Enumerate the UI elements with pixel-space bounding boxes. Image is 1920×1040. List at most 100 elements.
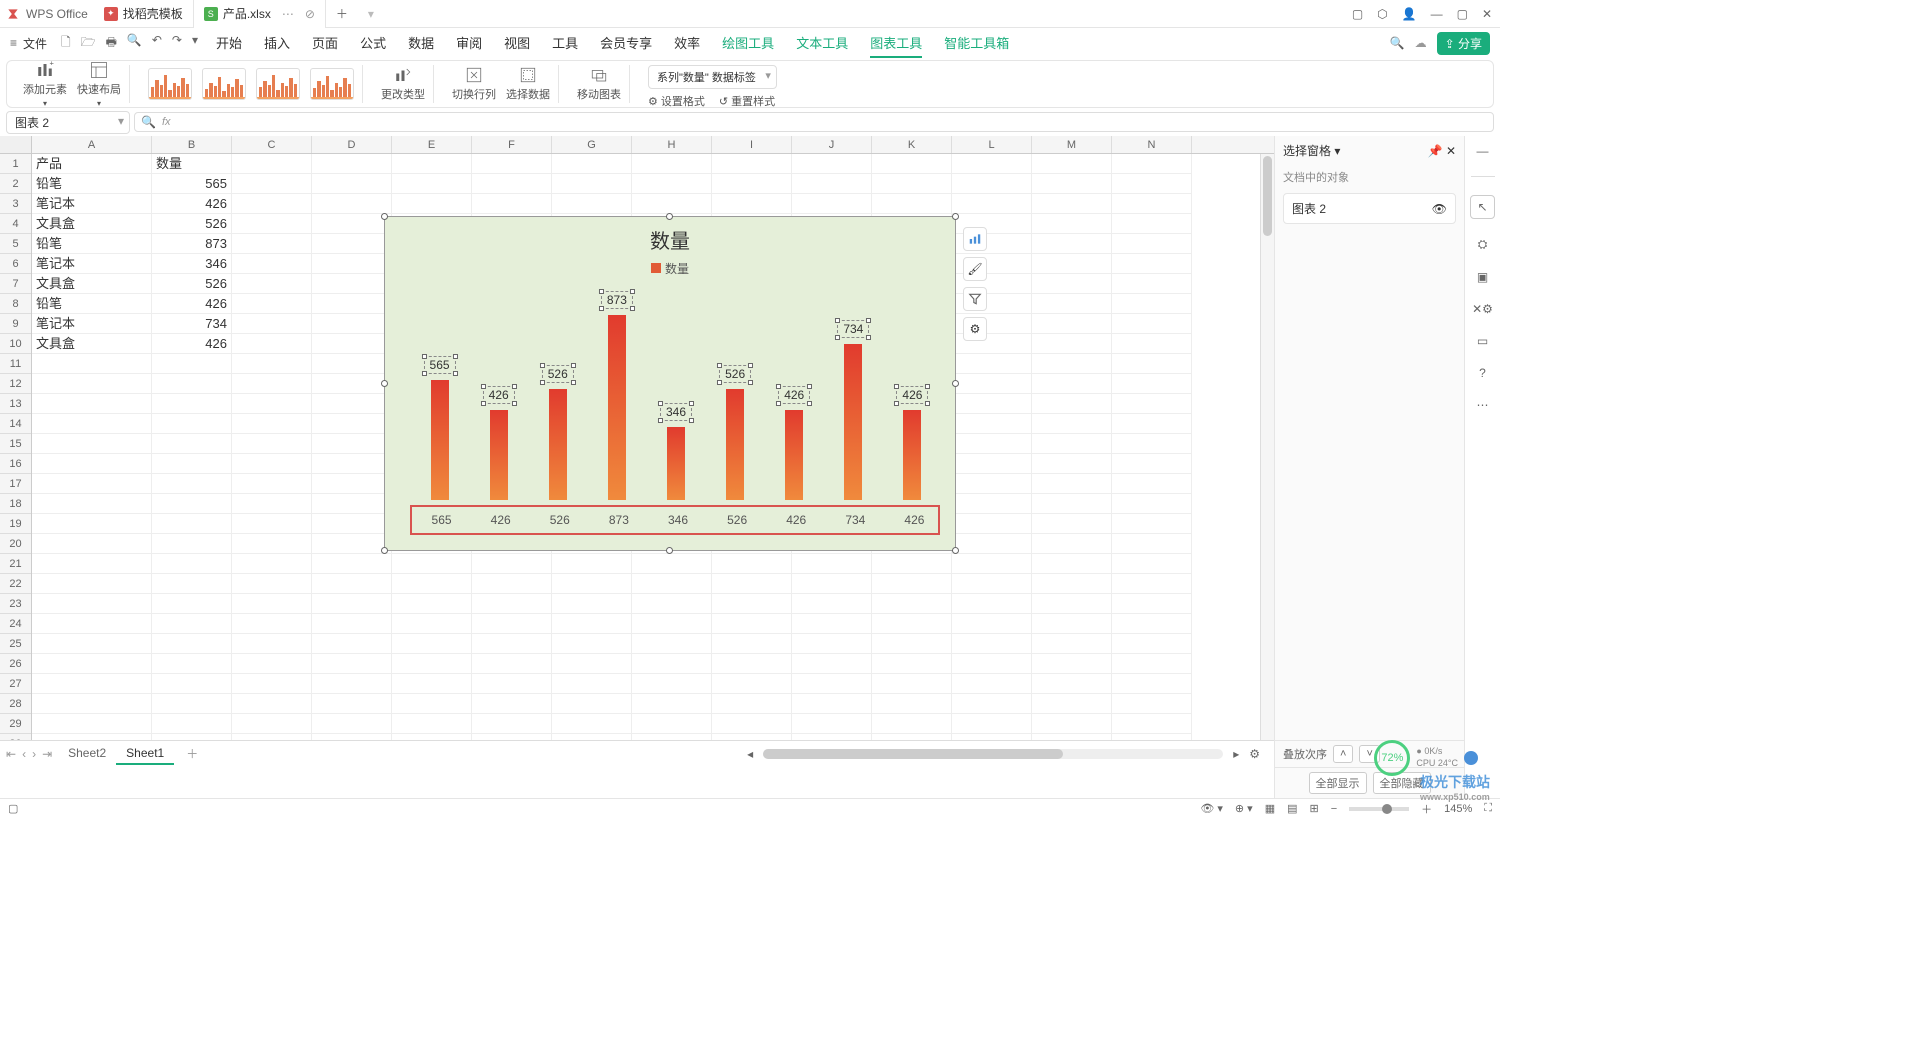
cell[interactable]: [712, 674, 792, 694]
cell[interactable]: [32, 714, 152, 734]
cell[interactable]: [312, 614, 392, 634]
row-header[interactable]: 1: [0, 154, 31, 174]
cell[interactable]: [312, 294, 392, 314]
cell[interactable]: [32, 674, 152, 694]
layout-icon[interactable]: ▢: [1352, 7, 1363, 21]
pin-icon[interactable]: 📌: [1428, 144, 1443, 158]
cell[interactable]: [392, 674, 472, 694]
cloud-icon[interactable]: ☁: [1415, 36, 1427, 50]
cell[interactable]: [792, 614, 872, 634]
view-break-icon[interactable]: ⊞: [1310, 802, 1319, 815]
chart-style-thumb[interactable]: [148, 68, 192, 100]
cell[interactable]: [232, 254, 312, 274]
chart-bar[interactable]: [785, 410, 803, 500]
minimize-icon[interactable]: —: [1431, 7, 1443, 21]
cell[interactable]: [1032, 574, 1112, 594]
cell[interactable]: [552, 174, 632, 194]
cell[interactable]: [1032, 254, 1112, 274]
cell[interactable]: [952, 594, 1032, 614]
cell[interactable]: [872, 674, 952, 694]
cell[interactable]: [712, 194, 792, 214]
chart-data-label[interactable]: 426: [483, 386, 515, 404]
cell[interactable]: [32, 534, 152, 554]
cell[interactable]: [32, 514, 152, 534]
cell[interactable]: [1112, 474, 1192, 494]
cube-icon[interactable]: ⬡: [1377, 7, 1387, 21]
cell[interactable]: [392, 714, 472, 734]
cell[interactable]: [472, 634, 552, 654]
cell[interactable]: 526: [152, 214, 232, 234]
cell[interactable]: [32, 554, 152, 574]
cell[interactable]: [952, 474, 1032, 494]
cell[interactable]: [312, 694, 392, 714]
name-box[interactable]: 图表 2: [6, 111, 130, 134]
menu-tab-6[interactable]: 视图: [504, 29, 530, 58]
cell[interactable]: [232, 314, 312, 334]
chart-data-label[interactable]: 873: [601, 291, 633, 309]
cell[interactable]: [632, 554, 712, 574]
view-target-icon[interactable]: ⊕ ▾: [1235, 802, 1253, 815]
set-format-button[interactable]: ⚙设置格式: [648, 93, 705, 109]
cell[interactable]: [1032, 594, 1112, 614]
cell[interactable]: [952, 374, 1032, 394]
cell[interactable]: [232, 414, 312, 434]
cell[interactable]: [232, 214, 312, 234]
col-header[interactable]: F: [472, 136, 552, 153]
cell[interactable]: 笔记本: [32, 314, 152, 334]
cell[interactable]: [232, 394, 312, 414]
cell[interactable]: [472, 714, 552, 734]
layers-icon[interactable]: ▣: [1477, 270, 1488, 284]
collapse-strip-icon[interactable]: —: [1477, 144, 1489, 158]
file-menu[interactable]: 文件: [23, 35, 47, 52]
cell[interactable]: [1032, 334, 1112, 354]
cell[interactable]: [32, 574, 152, 594]
cell[interactable]: [1032, 374, 1112, 394]
cell[interactable]: [1112, 654, 1192, 674]
row-header[interactable]: 28: [0, 694, 31, 714]
cell[interactable]: [232, 594, 312, 614]
cell[interactable]: 产品: [32, 154, 152, 174]
quick-layout-button[interactable]: 快速布局▾: [77, 61, 121, 108]
col-header[interactable]: D: [312, 136, 392, 153]
cell[interactable]: [312, 314, 392, 334]
cell[interactable]: [1032, 414, 1112, 434]
cell[interactable]: [312, 254, 392, 274]
col-header[interactable]: G: [552, 136, 632, 153]
cell[interactable]: [792, 574, 872, 594]
cell[interactable]: [152, 714, 232, 734]
chart-object[interactable]: 数量 数量 565426526873346526426734426 565426…: [384, 216, 956, 551]
first-sheet-icon[interactable]: ⇤: [6, 747, 16, 761]
menu-tab-2[interactable]: 页面: [312, 29, 338, 58]
chart-style-thumb[interactable]: [202, 68, 246, 100]
cell[interactable]: [152, 374, 232, 394]
cell[interactable]: [32, 494, 152, 514]
cell[interactable]: [632, 714, 712, 734]
view-normal-icon[interactable]: ▦: [1265, 802, 1275, 815]
cell[interactable]: [152, 494, 232, 514]
close-window-icon[interactable]: ✕: [1482, 7, 1492, 21]
cell[interactable]: [1112, 434, 1192, 454]
cell[interactable]: [232, 274, 312, 294]
cell[interactable]: [872, 694, 952, 714]
cell[interactable]: [872, 614, 952, 634]
cell[interactable]: [472, 154, 552, 174]
reset-style-button[interactable]: ↺重置样式: [719, 93, 775, 109]
cell[interactable]: [312, 674, 392, 694]
settings-icon-2[interactable]: ⛭: [1478, 237, 1488, 252]
col-header[interactable]: B: [152, 136, 232, 153]
cell[interactable]: [312, 414, 392, 434]
chart-plot-area[interactable]: 565426526873346526426734426: [410, 297, 940, 500]
cell[interactable]: [312, 654, 392, 674]
chart-bar[interactable]: [549, 389, 567, 500]
redo-icon[interactable]: ↷: [172, 33, 182, 54]
row-header[interactable]: 27: [0, 674, 31, 694]
cell[interactable]: [152, 554, 232, 574]
chart-bar[interactable]: [431, 380, 449, 500]
cell[interactable]: [1112, 234, 1192, 254]
cell[interactable]: [392, 594, 472, 614]
cell[interactable]: [472, 674, 552, 694]
cell[interactable]: [1032, 234, 1112, 254]
cell[interactable]: [1032, 514, 1112, 534]
row-header[interactable]: 25: [0, 634, 31, 654]
zoom-in-icon[interactable]: ＋: [1421, 801, 1432, 817]
